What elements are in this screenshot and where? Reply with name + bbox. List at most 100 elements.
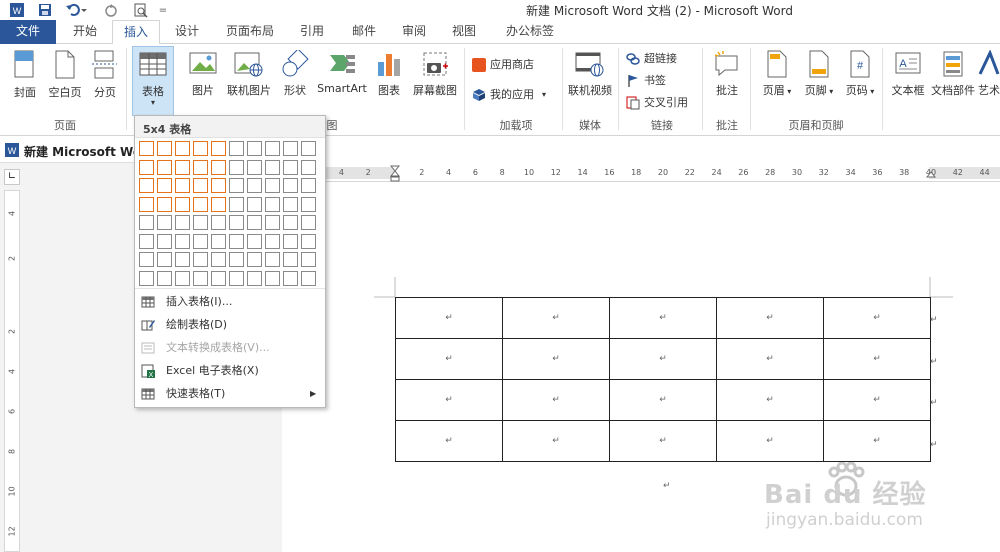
table-button[interactable]: 表格 ▾ — [132, 46, 174, 116]
grid-cell[interactable] — [193, 141, 208, 156]
grid-cell[interactable] — [157, 141, 172, 156]
document-table[interactable]: ↵ ↵ ↵ ↵ ↵ ↵ ↵ ↵ ↵ ↵ ↵ ↵ ↵ ↵ ↵ ↵ ↵ ↵ ↵ ↵ — [395, 297, 931, 462]
grid-cell[interactable] — [211, 159, 226, 175]
wordart-button[interactable]: 艺术 — [978, 50, 1000, 98]
grid-cell[interactable] — [211, 196, 226, 212]
header-button[interactable]: 页眉 ▾ — [758, 50, 796, 98]
grid-cell[interactable] — [247, 252, 262, 267]
indent-marker-icon[interactable] — [390, 165, 400, 182]
table-cell[interactable]: ↵ — [395, 297, 503, 339]
bookmark-button[interactable]: 书签 — [626, 72, 666, 90]
horizontal-ruler[interactable]: 4224681012141618202224262830323436384042… — [283, 165, 1000, 182]
grid-cell[interactable] — [247, 196, 262, 212]
grid-cell[interactable] — [247, 159, 262, 175]
table-cell[interactable]: ↵ — [395, 420, 503, 462]
vertical-ruler[interactable]: 4 2 2 4 6 8 10 12 — [4, 190, 20, 552]
grid-cell[interactable] — [175, 178, 190, 193]
grid-cell[interactable] — [211, 178, 226, 193]
grid-cell[interactable] — [229, 159, 244, 175]
grid-cell[interactable] — [229, 270, 244, 286]
page-number-button[interactable]: # 页码 ▾ — [842, 50, 878, 98]
draw-table-item[interactable]: 绘制表格(D) — [135, 314, 325, 336]
tab-design[interactable]: 设计 — [164, 20, 210, 44]
grid-cell[interactable] — [283, 196, 298, 212]
ruler-corner-tab-icon[interactable]: ∟ — [4, 169, 20, 185]
shapes-button[interactable]: 形状 — [280, 50, 310, 98]
grid-cell[interactable] — [157, 178, 172, 193]
grid-cell[interactable] — [283, 252, 298, 267]
table-cell[interactable]: ↵ — [823, 338, 931, 380]
grid-cell[interactable] — [229, 141, 244, 156]
grid-cell[interactable] — [229, 178, 244, 193]
insert-table-item[interactable]: 插入表格(I)... — [135, 291, 325, 313]
textbox-button[interactable]: A 文本框 — [888, 50, 928, 98]
table-cell[interactable]: ↵ — [823, 379, 931, 421]
grid-cell[interactable] — [175, 159, 190, 175]
tab-page-layout[interactable]: 页面布局 — [218, 20, 282, 44]
grid-cell[interactable] — [139, 252, 154, 267]
grid-cell[interactable] — [283, 141, 298, 156]
smartart-button[interactable]: SmartArt — [316, 50, 368, 95]
table-cell[interactable]: ↵ — [823, 420, 931, 462]
grid-cell[interactable] — [157, 233, 172, 249]
online-video-button[interactable]: 联机视频 — [566, 50, 614, 98]
redo-icon[interactable] — [102, 1, 120, 19]
grid-cell[interactable] — [193, 270, 208, 286]
online-picture-button[interactable]: 联机图片 — [224, 50, 274, 98]
excel-spreadsheet-item[interactable]: X Excel 电子表格(X) — [135, 360, 325, 382]
store-button[interactable]: 应用商店 — [472, 56, 534, 74]
grid-cell[interactable] — [175, 270, 190, 286]
grid-cell[interactable] — [265, 141, 280, 156]
grid-cell[interactable] — [301, 233, 316, 249]
tab-office-tab[interactable]: 办公标签 — [498, 20, 562, 44]
table-cell[interactable]: ↵ — [395, 379, 503, 421]
table-cell[interactable]: ↵ — [823, 297, 931, 339]
grid-cell[interactable] — [175, 141, 190, 156]
grid-cell[interactable] — [265, 233, 280, 249]
grid-cell[interactable] — [157, 252, 172, 267]
grid-cell[interactable] — [301, 159, 316, 175]
print-preview-icon[interactable] — [132, 1, 150, 19]
grid-cell[interactable] — [301, 141, 316, 156]
picture-button[interactable]: 图片 — [186, 50, 220, 98]
tab-file[interactable]: 文件 — [0, 20, 56, 44]
grid-cell[interactable] — [139, 178, 154, 193]
grid-cell[interactable] — [265, 215, 280, 230]
grid-cell[interactable] — [283, 270, 298, 286]
table-cell[interactable]: ↵ — [395, 338, 503, 380]
grid-cell[interactable] — [139, 270, 154, 286]
grid-cell[interactable] — [247, 178, 262, 193]
table-cell[interactable]: ↵ — [716, 297, 824, 339]
table-cell[interactable]: ↵ — [609, 379, 717, 421]
grid-cell[interactable] — [247, 141, 262, 156]
grid-cell[interactable] — [193, 178, 208, 193]
grid-cell[interactable] — [139, 233, 154, 249]
grid-cell[interactable] — [265, 270, 280, 286]
grid-cell[interactable] — [301, 215, 316, 230]
grid-cell[interactable] — [175, 196, 190, 212]
grid-cell[interactable] — [193, 215, 208, 230]
grid-cell[interactable] — [139, 196, 154, 212]
grid-cell[interactable] — [175, 215, 190, 230]
comment-button[interactable]: 批注 — [710, 50, 744, 98]
tab-insert[interactable]: 插入 — [112, 20, 160, 45]
table-cell[interactable]: ↵ — [502, 338, 610, 380]
table-cell[interactable]: ↵ — [609, 297, 717, 339]
grid-cell[interactable] — [229, 196, 244, 212]
undo-icon[interactable] — [64, 1, 88, 19]
tab-review[interactable]: 审阅 — [392, 20, 436, 44]
grid-cell[interactable] — [193, 196, 208, 212]
blank-page-button[interactable]: 空白页 — [46, 50, 84, 100]
grid-cell[interactable] — [301, 196, 316, 212]
tab-mailings[interactable]: 邮件 — [342, 20, 386, 44]
cover-button[interactable]: 封面 — [8, 50, 42, 100]
grid-cell[interactable] — [283, 178, 298, 193]
grid-cell[interactable] — [211, 270, 226, 286]
grid-cell[interactable] — [157, 196, 172, 212]
grid-cell[interactable] — [283, 233, 298, 249]
cross-reference-button[interactable]: 交叉引用 — [626, 94, 688, 112]
table-cell[interactable]: ↵ — [609, 420, 717, 462]
grid-cell[interactable] — [265, 159, 280, 175]
table-cell[interactable]: ↵ — [716, 420, 824, 462]
grid-cell[interactable] — [211, 233, 226, 249]
